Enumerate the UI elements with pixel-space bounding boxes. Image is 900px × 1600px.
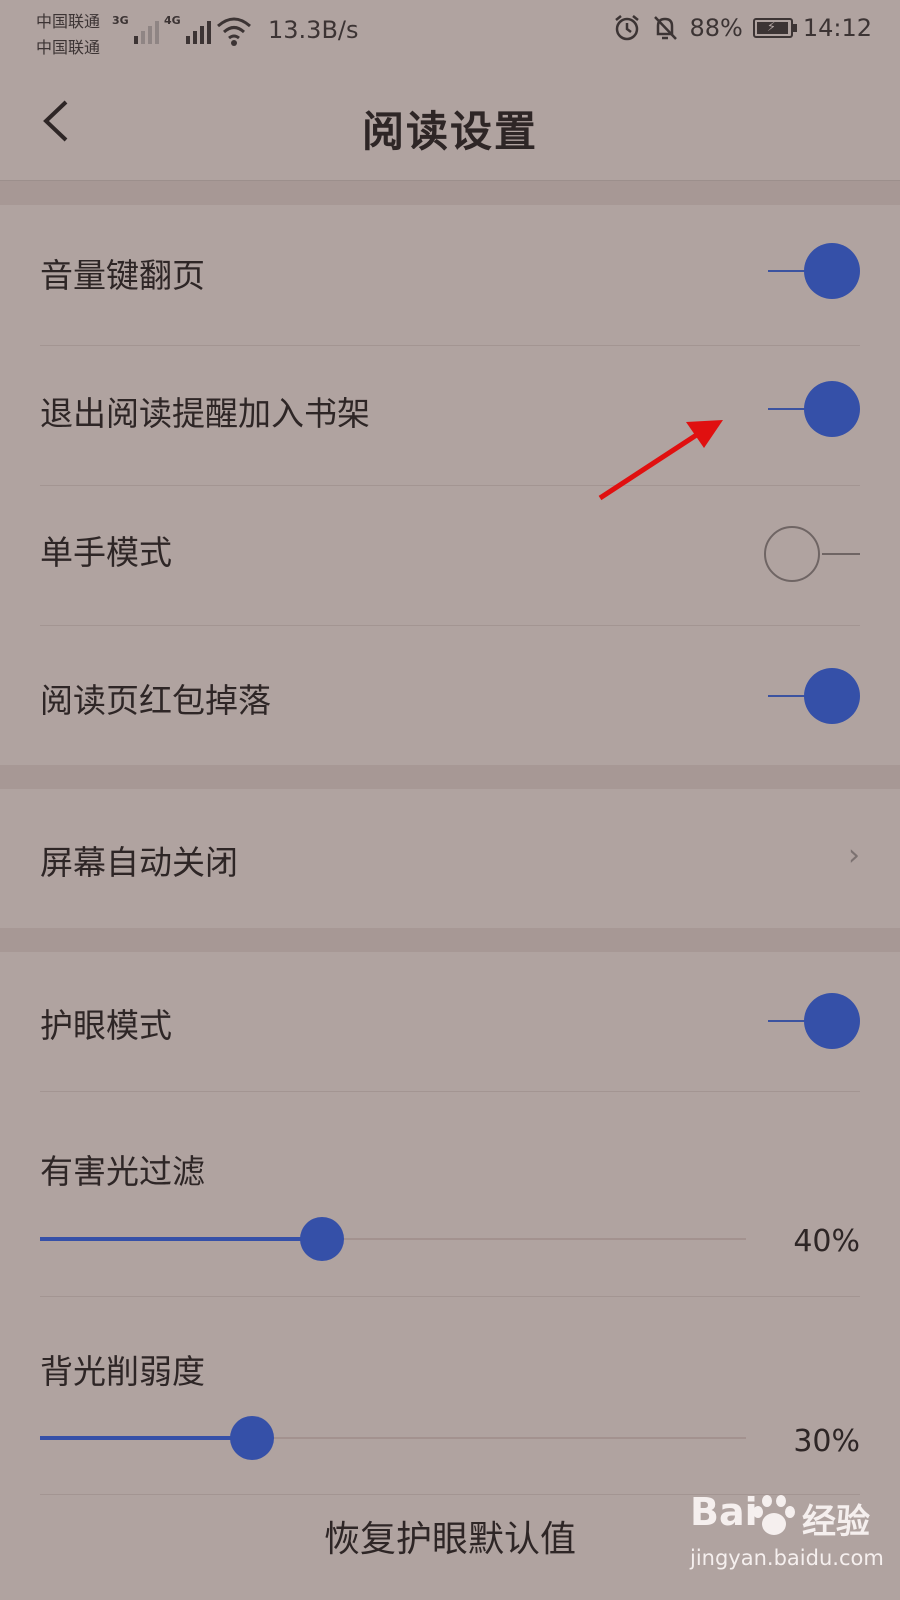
divider [40,485,860,486]
setting-label: 背光削弱度 [40,1352,205,1391]
setting-row-harmful-light-filter: 有害光过滤 [40,1145,860,1195]
setting-label: 屏幕自动关闭 [40,843,238,882]
watermark-brand: Bai [690,1490,758,1534]
clock: 14:12 [802,14,872,42]
setting-label: 阅读页红包掉落 [40,681,271,720]
setting-label: 退出阅读提醒加入书架 [40,394,370,433]
backlight-reduction-value: 30% [793,1424,860,1459]
setting-row-exit-reminder: 退出阅读提醒加入书架 [40,381,860,437]
setting-label: 有害光过滤 [40,1152,205,1191]
eye-mode-toggle[interactable] [764,993,860,1049]
slider-thumb[interactable] [230,1416,274,1460]
signal-4g-icon: 4G [164,14,211,44]
exit-reminder-toggle[interactable] [764,381,860,437]
setting-row-screen-auto-off[interactable]: 屏幕自动关闭 › [40,830,860,886]
alarm-icon [615,15,640,41]
harmful-light-filter-value: 40% [793,1224,860,1259]
battery-percent: 88% [689,14,743,42]
slider-thumb[interactable] [300,1217,344,1261]
setting-label: 单手模式 [40,533,172,572]
divider [40,625,860,626]
divider [40,1091,860,1092]
network-speed: 13.3B/s [268,16,359,44]
annotation-arrow-icon [598,420,723,501]
watermark-brand-cn: 经验 [802,1502,870,1542]
setting-row-backlight-reduction: 背光削弱度 [40,1345,860,1395]
signal-3g-icon: 3G [112,14,159,44]
battery-icon: ⚡ [752,18,797,38]
setting-label: 护眼模式 [40,1006,172,1045]
mute-bell-icon [654,16,678,40]
carrier-label-2: 中国联通 [36,38,101,57]
setting-row-eye-mode: 护眼模式 [40,993,860,1049]
setting-row-one-hand-mode: 单手模式 [40,526,860,584]
section-gap [0,928,900,952]
setting-row-volume-key-page: 音量键翻页 [40,243,860,299]
section-gap [0,765,900,789]
app-header: 阅读设置 [0,62,900,181]
one-hand-mode-toggle[interactable] [764,526,860,582]
volume-key-page-toggle[interactable] [764,243,860,299]
setting-label: 音量键翻页 [40,256,205,295]
carrier-label-1: 中国联通 [36,12,101,31]
section-gap [0,181,900,205]
divider [40,1296,860,1297]
chevron-right-icon: › [848,838,860,873]
paw-logo-icon [753,1495,795,1535]
wifi-icon [217,17,251,46]
divider [40,345,860,346]
watermark-url: jingyan.baidu.com [690,1546,884,1570]
setting-row-red-packet-drop: 阅读页红包掉落 [40,668,860,724]
harmful-light-filter-slider[interactable] [40,1217,746,1261]
red-packet-drop-toggle[interactable] [764,668,860,724]
status-bar: 中国联通 中国联通 3G 4G 13.3B/s 88% ⚡ 14:12 [0,0,900,62]
page-title: 阅读设置 [361,107,538,156]
baidu-watermark: Bai 经验 jingyan.baidu.com [690,1490,890,1590]
backlight-reduction-slider[interactable] [40,1416,746,1460]
